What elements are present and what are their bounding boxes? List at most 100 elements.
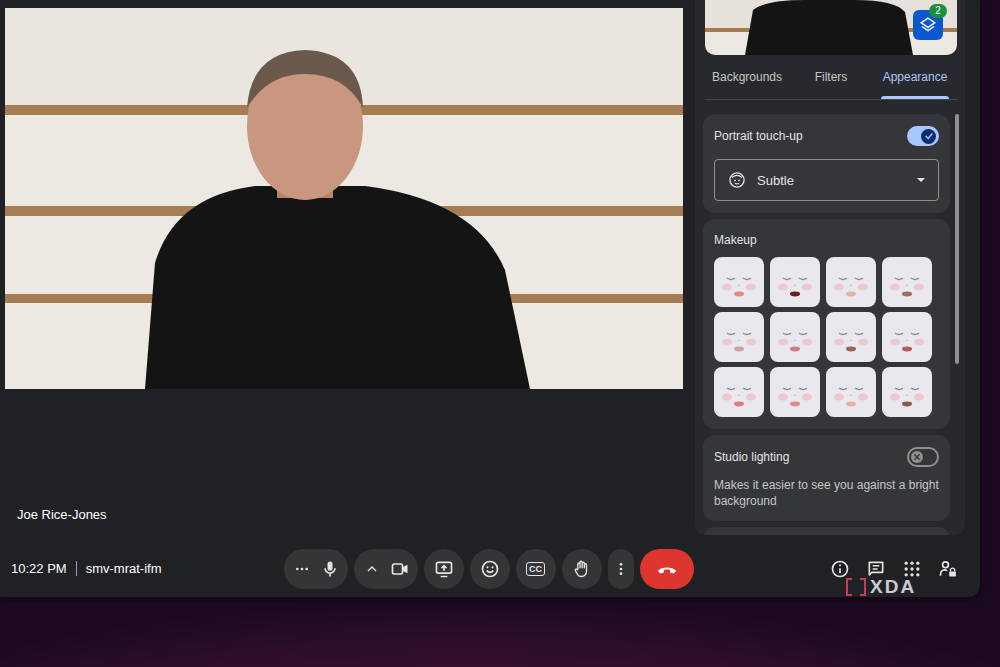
makeup-option[interactable] xyxy=(826,257,876,307)
makeup-title: Makeup xyxy=(714,231,939,249)
captions-button[interactable]: CC xyxy=(516,549,556,589)
video-group xyxy=(354,549,418,589)
mic-button[interactable] xyxy=(316,549,344,589)
makeup-option[interactable] xyxy=(882,257,932,307)
face-preview-icon xyxy=(882,257,932,307)
apps-grid-icon xyxy=(902,559,922,579)
effects-tabs: BackgroundsFiltersAppearance xyxy=(705,55,957,100)
more-vertical-icon xyxy=(613,559,629,579)
face-preview-icon xyxy=(714,367,764,417)
setting-row: Studio lighting xyxy=(714,447,939,467)
video-options-button[interactable] xyxy=(358,549,386,589)
meeting-info: 10:22 PMsmv-mrat-ifm xyxy=(11,561,284,576)
settings-list: Portrait touch-up Subtle Makeup Studio ligh… xyxy=(703,114,950,535)
face-preview-icon xyxy=(714,257,764,307)
makeup-option[interactable] xyxy=(770,257,820,307)
camera-icon xyxy=(390,559,410,579)
makeup-option[interactable] xyxy=(770,312,820,362)
makeup-card: Makeup xyxy=(703,219,950,429)
leave-call-button[interactable] xyxy=(640,549,694,589)
clock: 10:22 PM xyxy=(11,561,67,576)
layers-icon xyxy=(919,16,937,34)
dropdown-value: Subtle xyxy=(757,173,906,188)
host-lock-icon xyxy=(938,559,958,579)
present-screen-icon xyxy=(434,559,454,579)
scrollbar[interactable] xyxy=(955,114,959,364)
captions-icon: CC xyxy=(526,562,545,576)
check-icon xyxy=(924,131,934,141)
panel-scroll-area: Portrait touch-up Subtle Makeup Studio ligh… xyxy=(695,100,965,535)
raise-hand-button[interactable] xyxy=(562,549,602,589)
face-preview-icon xyxy=(882,367,932,417)
toggle-knob xyxy=(911,451,923,463)
hand-icon xyxy=(572,559,592,579)
more-horizontal-icon xyxy=(294,561,310,577)
makeup-option[interactable] xyxy=(714,257,764,307)
toggle-switch[interactable] xyxy=(907,447,939,467)
brackets-icon xyxy=(845,578,867,596)
makeup-option[interactable] xyxy=(882,312,932,362)
face-preview-icon xyxy=(826,367,876,417)
face-icon xyxy=(727,170,747,190)
makeup-grid xyxy=(714,257,939,417)
present-button[interactable] xyxy=(424,549,464,589)
self-preview: 2 xyxy=(705,0,957,55)
meeting-details-button[interactable] xyxy=(822,549,858,589)
touch-up-dropdown[interactable]: Subtle xyxy=(714,159,939,201)
portrait-touch-up-card: Portrait touch-up Subtle xyxy=(703,114,950,213)
meet-window: Joe Rice-Jones 2 BackgroundsFiltersAppeara… xyxy=(0,0,980,597)
call-controls: CC xyxy=(284,549,694,589)
makeup-option[interactable] xyxy=(770,367,820,417)
info-icon xyxy=(830,559,850,579)
caret-down-icon xyxy=(916,175,926,185)
control-bar: 10:22 PMsmv-mrat-ifm CC xyxy=(0,540,980,597)
setting-label: Studio lighting xyxy=(714,450,789,464)
audio-options-button[interactable] xyxy=(288,549,316,589)
emoji-icon xyxy=(480,559,500,579)
microphone-icon xyxy=(320,559,340,579)
stage: Joe Rice-Jones xyxy=(0,0,695,540)
makeup-option[interactable] xyxy=(826,367,876,417)
tab[interactable]: Appearance xyxy=(873,55,957,99)
watermark-text: XDA xyxy=(870,576,916,598)
meeting-area: Joe Rice-Jones 2 BackgroundsFiltersAppeara… xyxy=(0,0,980,540)
host-controls-button[interactable] xyxy=(930,549,966,589)
participant-name: Joe Rice-Jones xyxy=(5,507,683,540)
makeup-option[interactable] xyxy=(714,367,764,417)
tab[interactable]: Backgrounds xyxy=(705,55,789,99)
face-preview-icon xyxy=(714,312,764,362)
tab[interactable]: Filters xyxy=(789,55,873,99)
setting-row: Portrait touch-up xyxy=(714,126,939,146)
face-preview-icon xyxy=(826,312,876,362)
next-card xyxy=(703,527,950,535)
x-icon xyxy=(913,453,921,461)
face-preview-icon xyxy=(826,257,876,307)
studio-lighting-card: Studio lighting Makes it easier to see yo… xyxy=(703,435,950,521)
chat-icon xyxy=(866,559,886,579)
end-call-icon xyxy=(656,558,678,580)
audio-group xyxy=(284,549,348,589)
makeup-option[interactable] xyxy=(882,367,932,417)
setting-label: Portrait touch-up xyxy=(714,129,803,143)
side-controls xyxy=(694,549,967,589)
participant-picture xyxy=(5,8,683,389)
makeup-option[interactable] xyxy=(826,312,876,362)
setting-description: Makes it easier to see you against a bri… xyxy=(714,477,939,509)
effects-panel: 2 BackgroundsFiltersAppearance Portrait to… xyxy=(695,0,965,535)
chevron-up-icon xyxy=(364,561,380,577)
toggle-switch[interactable] xyxy=(907,126,939,146)
more-options-button[interactable] xyxy=(608,549,634,589)
face-preview-icon xyxy=(770,367,820,417)
desktop: Joe Rice-Jones 2 BackgroundsFiltersAppeara… xyxy=(0,0,1000,667)
face-preview-icon xyxy=(882,312,932,362)
effects-layers-button[interactable]: 2 xyxy=(913,10,943,40)
effects-count-badge: 2 xyxy=(929,4,947,18)
video-frame xyxy=(5,8,683,389)
watermark: XDA xyxy=(845,576,916,598)
reactions-button[interactable] xyxy=(470,549,510,589)
face-preview-icon xyxy=(770,312,820,362)
camera-button[interactable] xyxy=(386,549,414,589)
face-preview-icon xyxy=(770,257,820,307)
makeup-option[interactable] xyxy=(714,312,764,362)
toggle-knob xyxy=(921,129,936,144)
